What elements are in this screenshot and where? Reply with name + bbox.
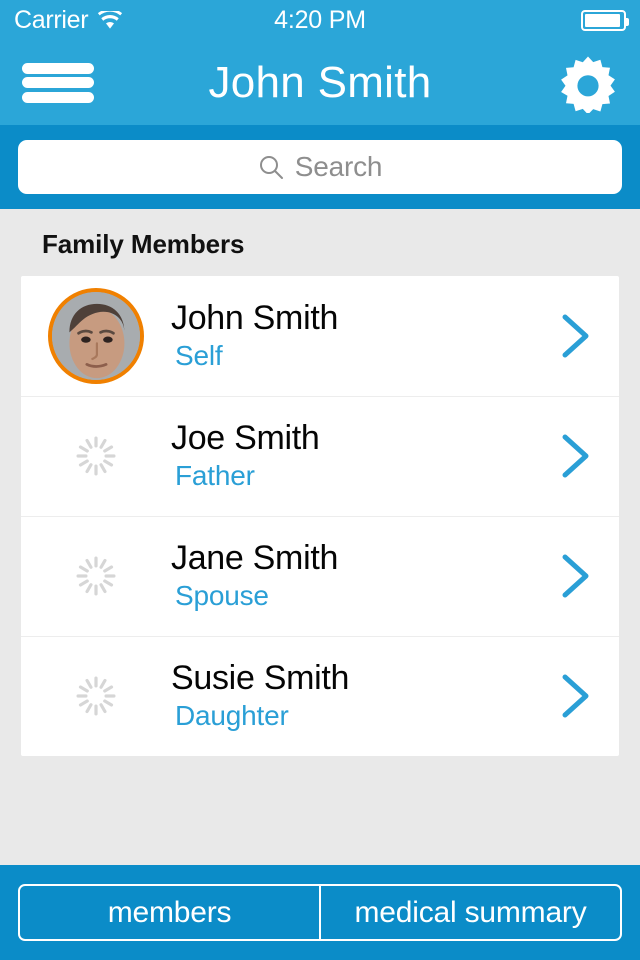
avatar — [21, 288, 171, 384]
bottom-tab-bar: members medical summary — [0, 865, 640, 960]
list-item-text: Jane Smith Spouse — [171, 539, 559, 612]
battery-icon — [581, 9, 629, 31]
search-bar-container: Search — [0, 125, 640, 209]
page-title: John Smith — [208, 57, 432, 107]
member-name: Jane Smith — [171, 539, 339, 578]
chevron-right-icon[interactable] — [559, 552, 593, 600]
list-item[interactable]: Susie Smith Daughter — [21, 636, 619, 756]
chevron-right-icon[interactable] — [559, 672, 593, 720]
list-item-text: John Smith Self — [171, 299, 559, 372]
tab-members[interactable]: members — [20, 886, 319, 939]
avatar — [21, 555, 171, 597]
member-name: John Smith — [171, 299, 339, 338]
list-item-text: Susie Smith Daughter — [171, 659, 559, 732]
carrier-label: Carrier — [14, 5, 89, 34]
tab-medical-summary[interactable]: medical summary — [319, 886, 620, 939]
status-bar-right — [581, 9, 629, 31]
list-item[interactable]: John Smith Self — [21, 276, 619, 396]
loading-spinner-icon — [75, 675, 117, 717]
member-name: Susie Smith — [171, 659, 350, 698]
loading-spinner-icon — [75, 435, 117, 477]
wifi-icon — [97, 8, 123, 30]
loading-spinner-icon — [75, 555, 117, 597]
member-name: Joe Smith — [171, 419, 320, 458]
member-relationship: Self — [175, 340, 223, 372]
status-bar: Carrier 4:20 PM — [0, 0, 640, 40]
list-item-text: Joe Smith Father — [171, 419, 559, 492]
list-item[interactable]: Jane Smith Spouse — [21, 516, 619, 636]
section-header: Family Members — [42, 229, 245, 259]
chevron-right-icon[interactable] — [559, 432, 593, 480]
avatar-photo — [48, 288, 144, 384]
segmented-control: members medical summary — [18, 884, 622, 941]
list-item[interactable]: Joe Smith Father — [21, 396, 619, 516]
nav-bar: John Smith — [0, 40, 640, 125]
member-relationship: Daughter — [175, 700, 289, 732]
member-relationship: Spouse — [175, 580, 269, 612]
family-members-list: John Smith Self Joe Smith Father Jane Sm… — [21, 276, 619, 756]
chevron-right-icon[interactable] — [559, 312, 593, 360]
search-icon — [258, 154, 284, 180]
member-relationship: Father — [175, 460, 255, 492]
avatar — [21, 675, 171, 717]
search-placeholder: Search — [294, 151, 383, 182]
search-input[interactable]: Search — [18, 140, 622, 194]
avatar — [21, 435, 171, 477]
app-screen: Carrier 4:20 PM John Smith Search Family… — [0, 0, 640, 960]
main-content: Family Members John Smith Self Joe Smith… — [0, 209, 640, 865]
hamburger-menu-icon[interactable] — [22, 60, 94, 106]
status-bar-left: Carrier — [14, 5, 123, 34]
gear-icon[interactable] — [558, 53, 618, 114]
